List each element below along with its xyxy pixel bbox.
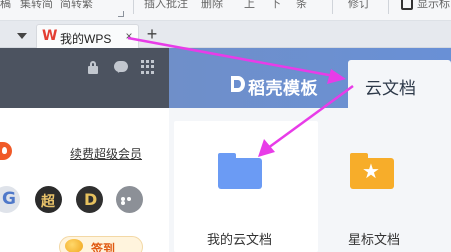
- lock-icon[interactable]: [86, 60, 100, 74]
- ribbon-item-simplified-to-traditional[interactable]: 简转繁: [60, 0, 93, 14]
- docer-logo-icon: [231, 76, 245, 92]
- ribbon-item-traditional-to-simplified[interactable]: 集转简: [20, 0, 53, 14]
- star-icon: ★: [362, 159, 380, 183]
- ribbon-item-entry[interactable]: 条: [296, 0, 307, 14]
- g-app-icon[interactable]: G: [0, 186, 20, 213]
- d-app-glyph: D: [84, 190, 98, 209]
- coin-icon: [65, 239, 83, 252]
- renew-super-member-link[interactable]: 续费超级会员: [70, 145, 142, 162]
- d-app-icon[interactable]: D: [76, 186, 103, 213]
- tab-list-dropdown-icon[interactable]: [13, 28, 31, 42]
- new-tab-button[interactable]: +: [143, 24, 161, 44]
- more-apps-icon[interactable]: [116, 186, 143, 213]
- ribbon-item-display-markup[interactable]: 显示标: [417, 0, 450, 14]
- ribbon-item-insert-comment[interactable]: 插入批注: [144, 0, 188, 14]
- account-header: [0, 48, 169, 108]
- ribbon-divider: [388, 0, 389, 14]
- wps-logo-icon: W: [42, 28, 58, 44]
- tab-cloud-docs[interactable]: 云文档: [348, 60, 451, 108]
- star-folder-icon: ★: [350, 153, 394, 189]
- account-panel: 续费超级会员 G 超 D 签到: [0, 108, 169, 252]
- display-markup-icon[interactable]: [401, 0, 413, 10]
- ribbon-item-gao[interactable]: 稿: [0, 0, 11, 14]
- group-expand-icon[interactable]: [118, 11, 124, 17]
- signin-label: 签到: [91, 242, 116, 252]
- card-label: 我的云文档: [207, 232, 273, 247]
- chao-app-icon[interactable]: 超: [35, 186, 62, 213]
- card-label: 星标文档: [348, 232, 401, 247]
- cloud-tab-label: 云文档: [365, 79, 416, 98]
- signin-button[interactable]: 签到: [59, 236, 143, 252]
- ribbon-toolbar: 稿 集转简 简转繁 插入批注 删除 上 下 条 修订 显示标: [0, 0, 451, 21]
- tab-bar: W 我的WPS × +: [0, 21, 451, 48]
- close-icon[interactable]: ×: [123, 30, 135, 42]
- starred-docs-card[interactable]: ★ 星标文档: [318, 121, 451, 252]
- ribbon-item-next[interactable]: 下: [270, 0, 281, 14]
- ribbon-item-revise[interactable]: 修订: [348, 0, 370, 14]
- chao-app-glyph: 超: [41, 193, 55, 209]
- top-header: 稻壳模板 云文档: [169, 48, 451, 108]
- ribbon-item-delete[interactable]: 删除: [201, 0, 223, 14]
- tab-title: 我的WPS: [60, 32, 112, 46]
- cloud-docs-content: 我的云文档 ★ 星标文档: [169, 108, 451, 252]
- ribbon-divider: [133, 0, 134, 14]
- g-app-glyph: G: [2, 189, 16, 209]
- message-icon[interactable]: [114, 60, 128, 75]
- member-flame-icon: [0, 142, 12, 160]
- my-cloud-docs-card[interactable]: 我的云文档: [174, 121, 318, 252]
- ribbon-item-previous[interactable]: 上: [244, 0, 255, 14]
- ribbon-divider: [332, 0, 333, 14]
- blue-folder-icon: [218, 153, 262, 189]
- apps-grid-icon[interactable]: [141, 60, 155, 74]
- tab-my-wps[interactable]: W 我的WPS ×: [36, 24, 139, 48]
- brand-name: 稻壳模板: [248, 79, 318, 98]
